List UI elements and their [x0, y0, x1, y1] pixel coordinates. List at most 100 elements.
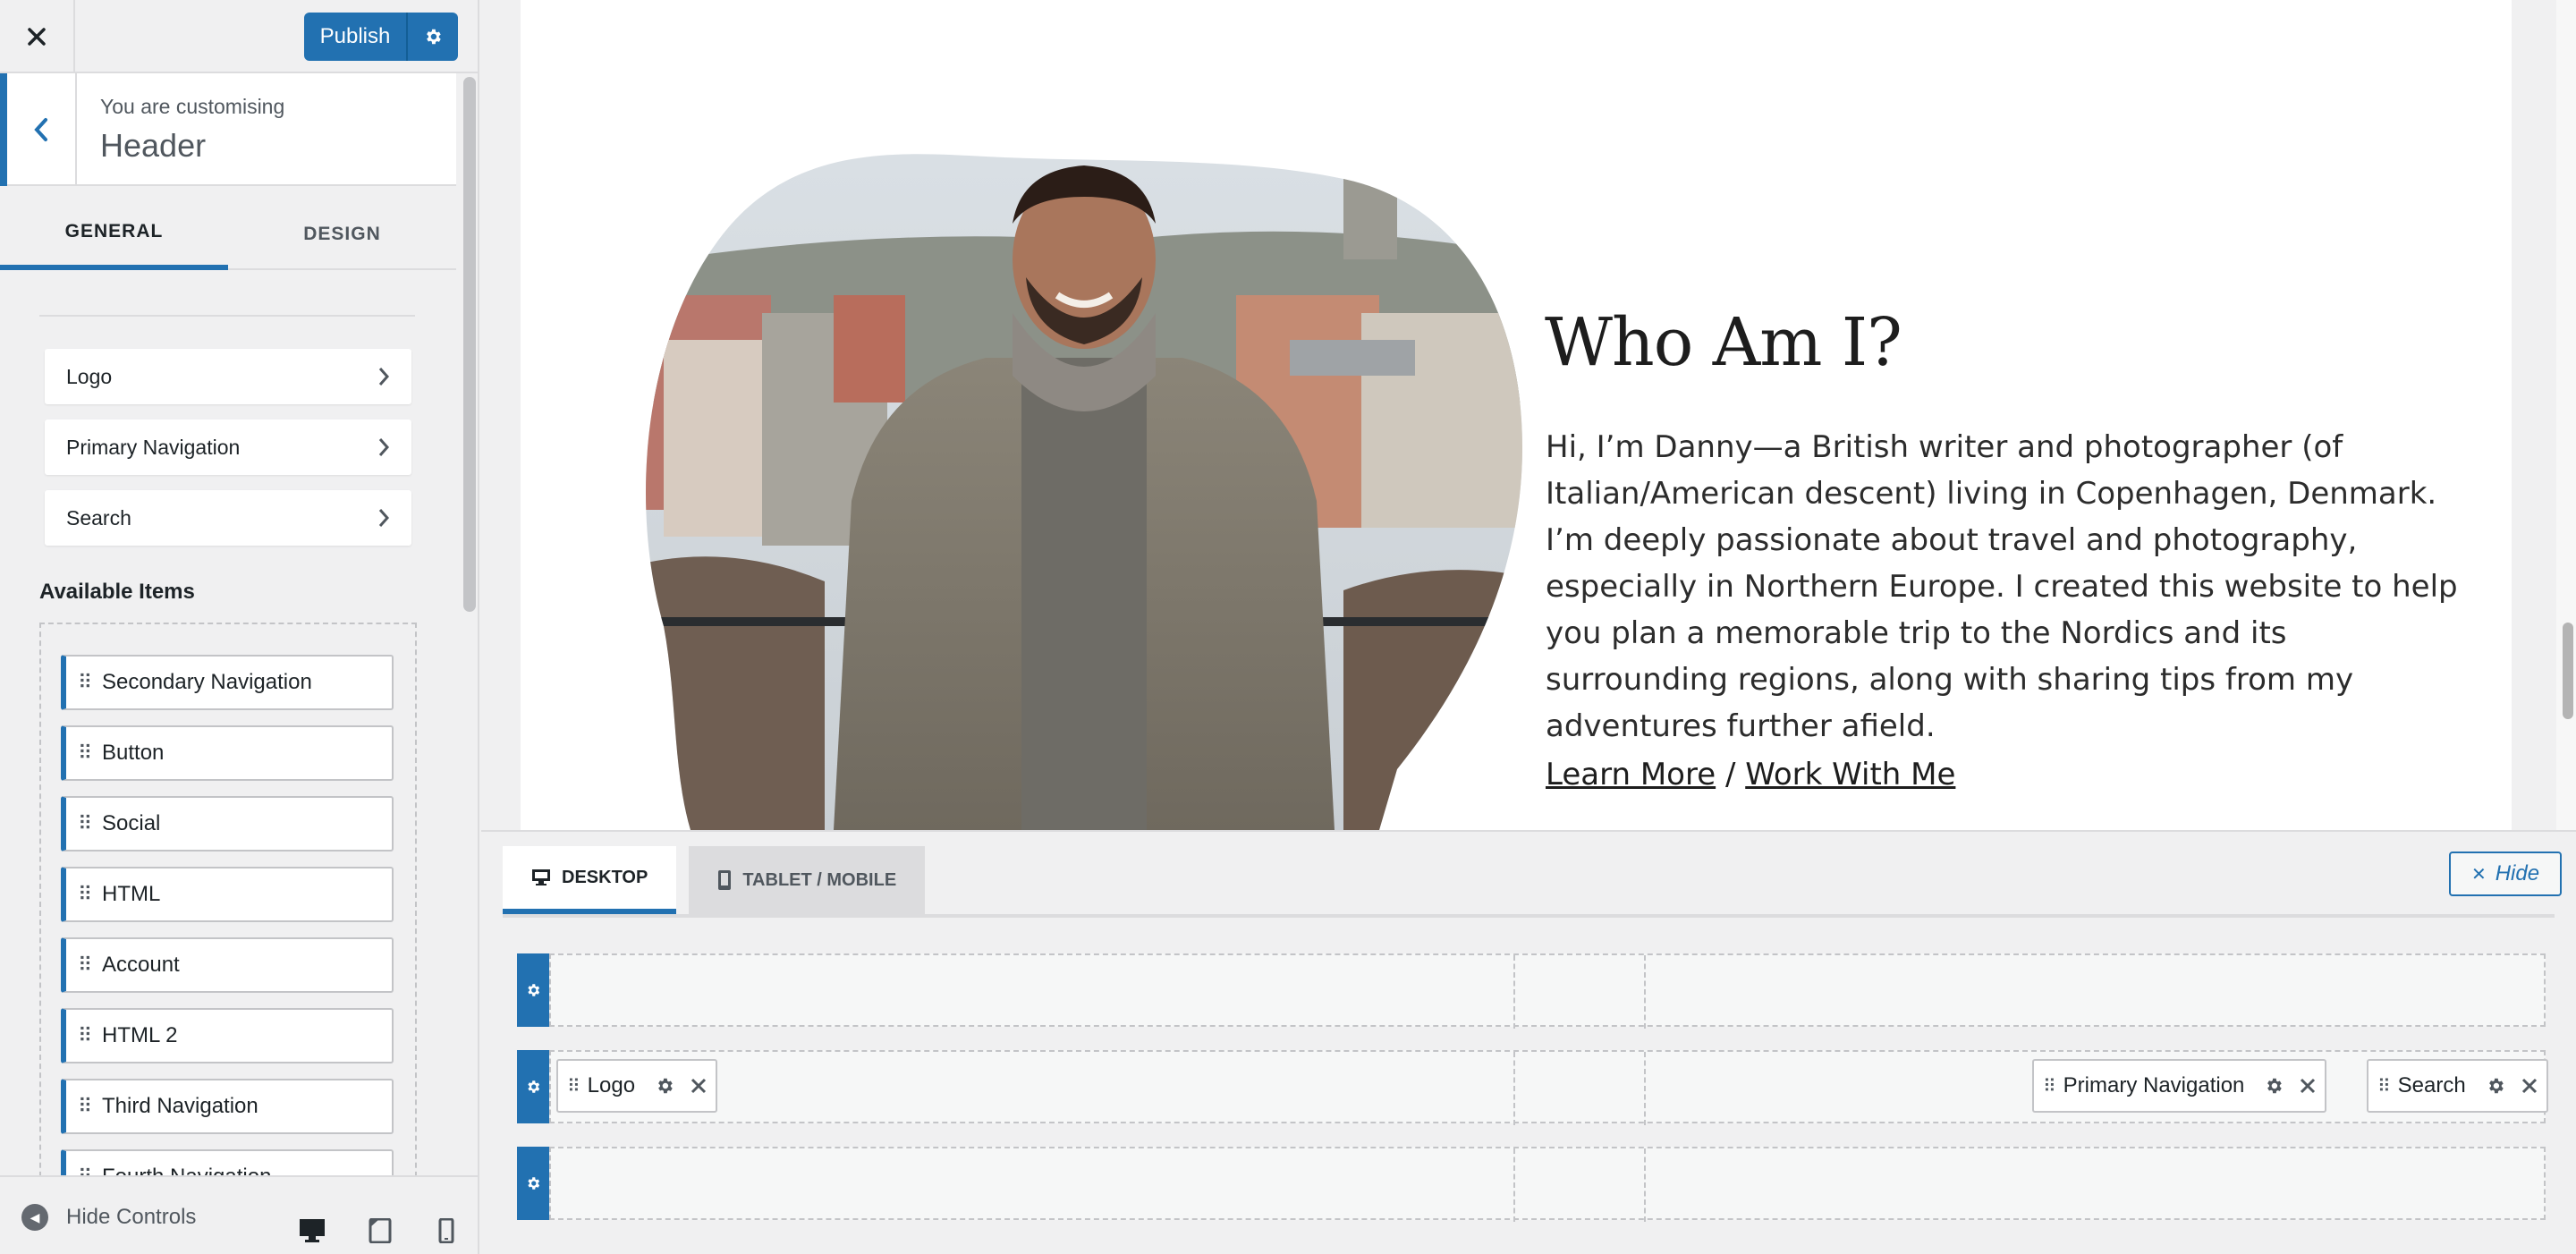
available-item-label: Third Navigation: [102, 1094, 258, 1118]
hide-controls-button[interactable]: ◀ Hide Controls: [21, 1204, 196, 1231]
preview-scrollbar-thumb[interactable]: [2563, 623, 2573, 719]
available-item-html-2[interactable]: ⠿ HTML 2: [61, 1008, 394, 1063]
desktop-preview-icon[interactable]: [299, 1218, 326, 1243]
tab-label: TABLET / MOBILE: [742, 869, 897, 890]
divider: [39, 315, 415, 317]
chip-label: Primary Navigation: [2063, 1073, 2245, 1097]
work-with-me-link[interactable]: Work With Me: [1745, 757, 1955, 792]
hide-label: Hide: [2495, 861, 2540, 885]
publish-settings-button[interactable]: [406, 13, 458, 61]
tab-tablet-mobile[interactable]: TABLET / MOBILE: [689, 846, 926, 914]
customizer-sidebar: Publish You are customising Header GENER…: [0, 0, 479, 1254]
available-item-label: Account: [102, 953, 180, 977]
profile-photo: [610, 0, 1549, 830]
drag-handle-icon[interactable]: ⠿: [567, 1075, 580, 1097]
drag-handle-icon[interactable]: ⠿: [66, 741, 102, 765]
header-chip-search[interactable]: ⠿ Search: [2367, 1059, 2548, 1113]
row-settings-button[interactable]: [517, 1050, 549, 1123]
column-divider: [1513, 955, 1515, 1029]
available-item-third-navigation[interactable]: ⠿ Third Navigation: [61, 1079, 394, 1134]
header-builder: DESKTOP TABLET / MOBILE ✕ Hide ⠿ Logo ⠿ …: [481, 830, 2576, 1254]
tablet-icon: [718, 870, 732, 890]
available-item-button[interactable]: ⠿ Button: [61, 725, 394, 781]
row-dropzone[interactable]: [549, 1147, 2546, 1222]
column-divider: [1513, 1052, 1515, 1125]
sidebar-footer: ◀ Hide Controls: [0, 1175, 478, 1254]
drag-handle-icon[interactable]: ⠿: [66, 1095, 102, 1118]
column-divider: [1513, 1148, 1515, 1222]
builder-tabs-underline: [503, 914, 2555, 918]
builder-tabs: DESKTOP TABLET / MOBILE: [503, 846, 937, 914]
gear-icon: [528, 1080, 540, 1093]
publish-button[interactable]: Publish: [304, 13, 406, 61]
available-items-title: Available Items: [39, 580, 195, 604]
drag-handle-icon[interactable]: ⠿: [66, 953, 102, 977]
close-customizer-button[interactable]: [0, 0, 75, 73]
chip-remove-button[interactable]: [691, 1072, 707, 1100]
chip-settings-button[interactable]: [2486, 1076, 2505, 1096]
active-item-primary-navigation[interactable]: Primary Navigation: [45, 419, 411, 475]
hide-builder-button[interactable]: ✕ Hide: [2449, 852, 2562, 896]
gear-icon: [528, 984, 540, 996]
available-item-label: HTML 2: [102, 1023, 178, 1047]
close-icon: [2301, 1078, 2316, 1093]
drag-handle-icon[interactable]: ⠿: [66, 812, 102, 835]
header-chip-primary-navigation[interactable]: ⠿ Primary Navigation: [2032, 1059, 2327, 1113]
chip-label: Logo: [587, 1073, 636, 1097]
available-item-label: Button: [102, 741, 165, 765]
active-item-logo[interactable]: Logo: [45, 349, 411, 404]
customizer-topbar: Publish: [0, 0, 478, 73]
close-icon: ✕: [2470, 864, 2487, 885]
drag-handle-icon[interactable]: ⠿: [66, 1024, 102, 1047]
gear-icon: [528, 1177, 540, 1190]
tab-general[interactable]: GENERAL: [0, 199, 228, 270]
column-divider: [1644, 1052, 1646, 1125]
close-icon: [28, 28, 46, 46]
learn-more-link[interactable]: Learn More: [1546, 757, 1716, 792]
available-item-secondary-navigation[interactable]: ⠿ Secondary Navigation: [61, 655, 394, 710]
available-item-label: HTML: [102, 882, 161, 906]
tab-desktop[interactable]: DESKTOP: [503, 846, 677, 914]
row-settings-button[interactable]: [517, 1147, 549, 1220]
chip-settings-button[interactable]: [2264, 1076, 2284, 1096]
available-item-social[interactable]: ⠿ Social: [61, 796, 394, 852]
available-item-account[interactable]: ⠿ Account: [61, 937, 394, 993]
active-item-search[interactable]: Search: [45, 490, 411, 546]
available-item-label: Social: [102, 811, 161, 835]
active-item-label: Primary Navigation: [66, 435, 241, 459]
preview-page: Who Am I? Hi, I’m Danny—a British writer…: [521, 0, 2512, 830]
drag-handle-icon[interactable]: ⠿: [2377, 1075, 2391, 1097]
chip-settings-button[interactable]: [655, 1076, 674, 1096]
collapse-arrow-icon: ◀: [21, 1204, 48, 1231]
drag-handle-icon[interactable]: ⠿: [2043, 1075, 2056, 1097]
active-item-label: Logo: [66, 364, 113, 388]
close-icon: [691, 1078, 707, 1093]
tablet-preview-icon[interactable]: [369, 1218, 392, 1243]
gear-icon: [2267, 1078, 2283, 1094]
available-item-html[interactable]: ⠿ HTML: [61, 867, 394, 922]
chevron-right-icon: [378, 368, 390, 386]
desktop-icon: [532, 869, 550, 885]
profile-photo-image: [646, 154, 1522, 830]
gear-icon: [2488, 1078, 2504, 1094]
sidebar-scrollbar-thumb[interactable]: [463, 77, 476, 612]
about-heading: Who Am I?: [1545, 304, 1902, 381]
gear-icon: [427, 29, 441, 45]
back-button[interactable]: [0, 73, 77, 186]
chip-remove-button[interactable]: [2300, 1072, 2316, 1100]
builder-row-main: ⠿ Logo ⠿ Primary Navigation ⠿ Search: [517, 1050, 2548, 1125]
chevron-left-icon: [34, 118, 47, 141]
tab-label: DESKTOP: [562, 867, 648, 887]
builder-row-top: [517, 953, 2546, 1029]
drag-handle-icon[interactable]: ⠿: [66, 671, 102, 694]
mobile-preview-icon[interactable]: [438, 1218, 454, 1243]
site-preview: Who Am I? Hi, I’m Danny—a British writer…: [481, 0, 2576, 830]
chip-label: Search: [2397, 1073, 2466, 1097]
drag-handle-icon[interactable]: ⠿: [66, 883, 102, 906]
chip-remove-button[interactable]: [2521, 1072, 2538, 1100]
row-settings-button[interactable]: [517, 953, 549, 1027]
tab-design[interactable]: DESIGN: [228, 199, 456, 270]
section-header: You are customising Header: [0, 73, 456, 186]
row-dropzone[interactable]: [549, 953, 2546, 1029]
header-chip-logo[interactable]: ⠿ Logo: [556, 1059, 718, 1113]
